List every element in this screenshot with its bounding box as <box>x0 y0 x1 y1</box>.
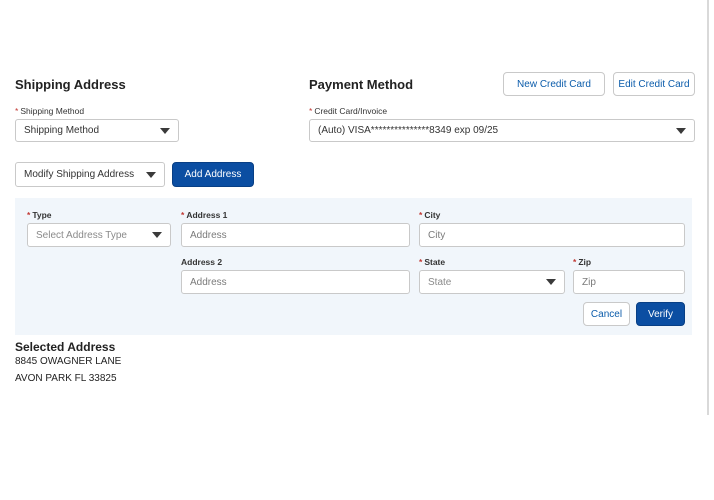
credit-card-select[interactable]: (Auto) VISA***************8349 exp 09/25 <box>309 119 695 142</box>
window-edge <box>707 0 709 415</box>
type-label: * Type <box>27 210 52 220</box>
chevron-down-icon <box>152 232 162 238</box>
address1-input[interactable]: Address <box>181 223 410 247</box>
selected-address-title: Selected Address <box>15 340 116 354</box>
edit-credit-card-button[interactable]: Edit Credit Card <box>613 72 695 96</box>
add-address-button[interactable]: Add Address <box>172 162 254 187</box>
payment-method-title: Payment Method <box>309 77 414 92</box>
selected-address-line2: AVON PARK FL 33825 <box>15 373 117 384</box>
zip-label: * Zip <box>573 257 592 267</box>
address1-label: * Address 1 <box>181 210 228 220</box>
chevron-down-icon <box>160 127 170 134</box>
cancel-button[interactable]: Cancel <box>583 302 630 326</box>
zip-input[interactable]: Zip <box>573 270 685 294</box>
selected-address-line1: 8845 OWAGNER LANE <box>15 356 122 367</box>
address-type-select[interactable]: Select Address Type <box>27 223 171 247</box>
address2-label: Address 2 <box>181 257 223 267</box>
credit-card-label: * Credit Card/Invoice <box>309 106 388 116</box>
chevron-down-icon <box>546 279 556 285</box>
new-credit-card-button[interactable]: New Credit Card <box>503 72 605 96</box>
shipping-method-select[interactable]: Shipping Method <box>15 119 179 142</box>
modify-shipping-address-select[interactable]: Modify Shipping Address <box>15 162 165 187</box>
shipping-method-label: * Shipping Method <box>15 106 85 116</box>
state-label: * State <box>419 257 446 267</box>
chevron-down-icon <box>676 127 686 134</box>
city-label: * City <box>419 210 441 220</box>
address2-input[interactable]: Address <box>181 270 410 294</box>
chevron-down-icon <box>146 171 156 178</box>
city-input[interactable]: City <box>419 223 685 247</box>
state-select[interactable]: State <box>419 270 565 294</box>
verify-button[interactable]: Verify <box>636 302 685 326</box>
shipping-address-title: Shipping Address <box>15 77 126 92</box>
